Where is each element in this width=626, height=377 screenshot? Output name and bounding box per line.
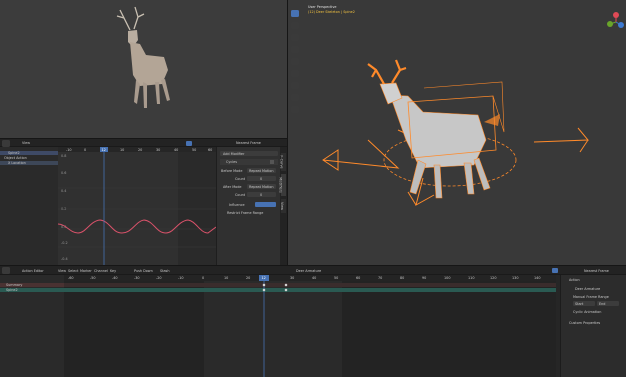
dopesheet-sidebar[interactable]: Action Deer Armature Manual Frame Range …	[560, 275, 626, 377]
only-selected-toggle[interactable]	[552, 268, 558, 273]
menu-view[interactable]: View	[58, 269, 66, 273]
graph-sidebar[interactable]: Add Modifier Cycles Before Mode Repeat M…	[216, 147, 280, 265]
stash-button[interactable]: Stash	[160, 269, 169, 273]
track-row-spine2[interactable]: Spine2	[0, 288, 64, 292]
viewport-left[interactable]	[0, 0, 287, 138]
after-count-field[interactable]: 0	[247, 192, 276, 197]
dopesheet-snap[interactable]: Nearest Frame	[584, 269, 609, 273]
before-mode-select[interactable]: Repeat Motion	[247, 168, 276, 173]
keyframe-area[interactable]	[64, 275, 556, 377]
normalize-toggle[interactable]	[186, 140, 192, 146]
action-name-field[interactable]: Deer Armature	[296, 269, 321, 273]
channel-x-location[interactable]: X Location	[0, 161, 58, 165]
dopesheet-playhead-label[interactable]: 12	[262, 276, 266, 280]
channel-group-spine2[interactable]: Spine2	[0, 151, 58, 155]
tab-modifiers[interactable]: Modifiers	[279, 174, 286, 196]
frame-end-field[interactable]: End	[597, 301, 619, 306]
menu-key[interactable]: Key	[110, 269, 116, 273]
mode-select[interactable]: Action Editor	[22, 269, 44, 273]
editor-type-icon[interactable]	[2, 139, 10, 147]
add-modifier-button[interactable]: Add Modifier	[220, 151, 278, 156]
deer-armature-selected[interactable]	[288, 0, 626, 265]
push-down-button[interactable]: Push Down	[134, 269, 153, 273]
f-curve[interactable]	[58, 147, 216, 265]
before-count-field[interactable]: 0	[247, 176, 276, 181]
dopesheet[interactable]: Action Editor View Select Marker Channel…	[0, 266, 626, 377]
menu-marker[interactable]: Marker	[80, 269, 92, 273]
graph-playhead-label[interactable]: 12	[102, 148, 106, 152]
frame-start-field[interactable]: Start	[573, 301, 595, 306]
influence-slider[interactable]	[255, 202, 276, 207]
close-icon[interactable]	[270, 160, 274, 164]
menu-channel[interactable]: Channel	[94, 269, 108, 273]
dopesheet-header: Action Editor View Select Marker Channel…	[0, 266, 626, 275]
tab-f-curve[interactable]: F-Curve	[280, 153, 286, 171]
menu-select[interactable]: Select	[68, 269, 78, 273]
modifier-panel-cycles[interactable]: Cycles	[220, 159, 278, 165]
dopesheet-channels[interactable]: Summary Spine2	[0, 275, 64, 377]
channel-object-action[interactable]: Object Action	[0, 156, 58, 160]
after-mode-select[interactable]: Repeat Motion	[247, 184, 276, 189]
graph-editor-header: View Nearest Frame	[0, 139, 287, 147]
dopesheet-timeline[interactable]: -60 -50 -40 -30 -20 -10 0 10 20 30 40 50…	[64, 275, 556, 377]
deer-model-left	[116, 6, 170, 108]
summary-row[interactable]: Summary	[0, 283, 64, 287]
curve-area[interactable]: -10 0 10 20 30 40 50 60 0.8 0.6 0.4 0.2 …	[58, 147, 216, 265]
channel-list[interactable]: Spine2 Object Action X Location	[0, 147, 58, 265]
graph-editor[interactable]: View Nearest Frame Spine2 Object Action …	[0, 139, 287, 265]
graph-side-tabs: F-Curve Modifiers View	[279, 147, 287, 265]
snap-mode[interactable]: Nearest Frame	[236, 141, 261, 145]
tab-view[interactable]: View	[280, 199, 286, 213]
editor-type-icon[interactable]	[2, 267, 10, 274]
viewport-right[interactable]: User Perspective (12) Deer Skeleton | Sp…	[288, 0, 626, 265]
graph-view-menu[interactable]: View	[22, 141, 30, 145]
